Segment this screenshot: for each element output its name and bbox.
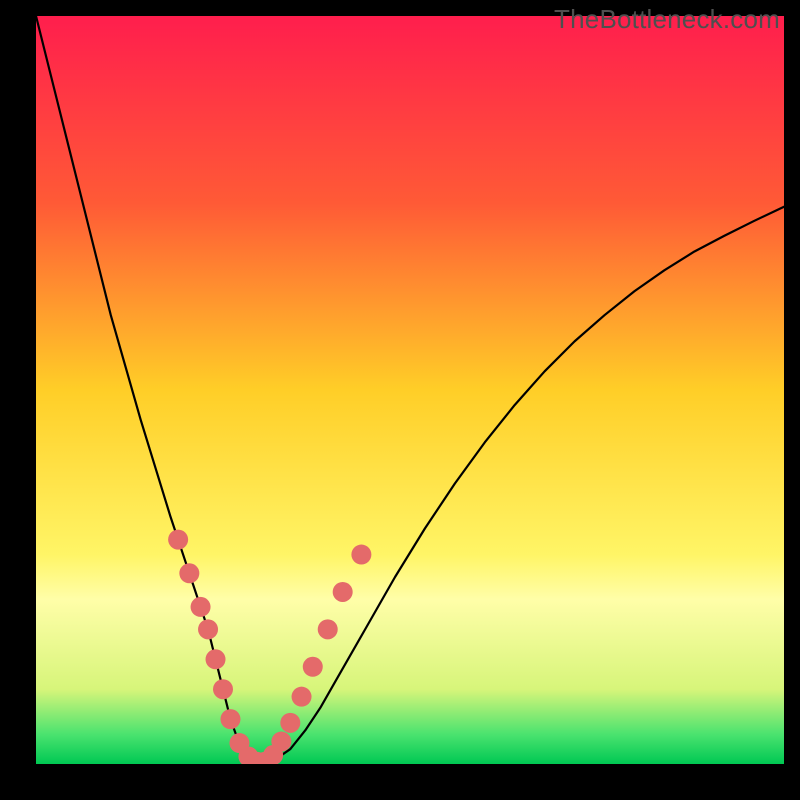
highlight-point	[271, 732, 291, 752]
highlight-point	[318, 619, 338, 639]
highlight-point	[191, 597, 211, 617]
highlight-point	[198, 619, 218, 639]
watermark: TheBottleneck.com	[554, 4, 780, 35]
plot-area	[36, 16, 784, 764]
gradient-background	[36, 16, 784, 764]
highlight-point	[179, 563, 199, 583]
highlight-point	[351, 545, 371, 565]
highlight-point	[206, 649, 226, 669]
highlight-point	[213, 679, 233, 699]
highlight-point	[168, 530, 188, 550]
highlight-point	[280, 713, 300, 733]
highlight-point	[220, 709, 240, 729]
chart-frame: TheBottleneck.com	[0, 0, 800, 800]
chart-svg	[36, 16, 784, 764]
highlight-point	[333, 582, 353, 602]
highlight-point	[292, 687, 312, 707]
highlight-point	[303, 657, 323, 677]
